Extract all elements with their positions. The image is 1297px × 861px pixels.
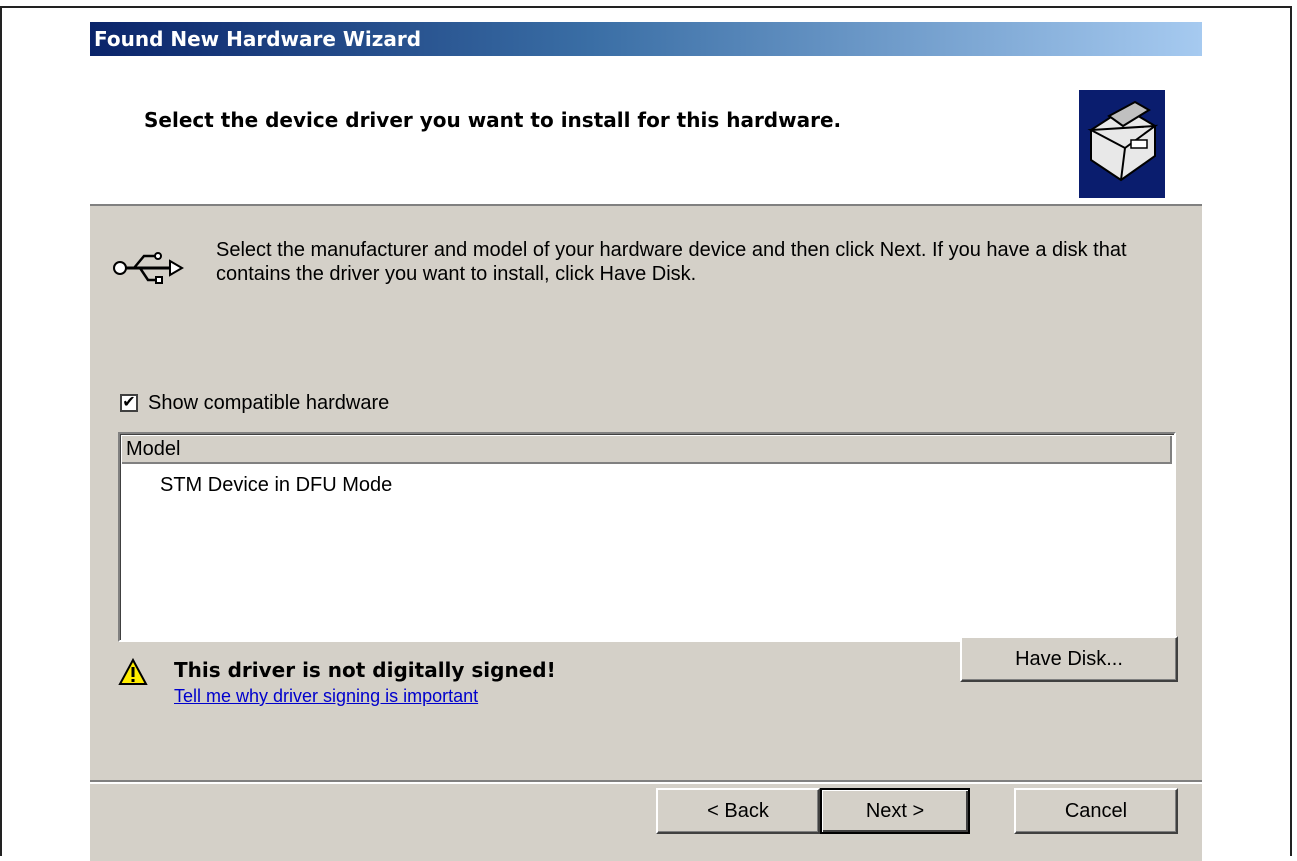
show-compatible-checkbox[interactable]: ✔ <box>120 394 138 412</box>
hardware-box-icon <box>1079 90 1165 198</box>
show-compatible-option[interactable]: ✔ Show compatible hardware <box>120 390 389 416</box>
wizard-body: Select the manufacturer and model of you… <box>90 208 1202 778</box>
button-separator <box>90 780 1202 784</box>
driver-signing-link[interactable]: Tell me why driver signing is important <box>174 686 478 707</box>
model-list[interactable]: Model STM Device in DFU Mode <box>118 432 1176 642</box>
intro-text: Select the manufacturer and model of you… <box>216 239 1127 285</box>
title-bar[interactable]: Found New Hardware Wizard <box>90 22 1202 56</box>
window-title: Found New Hardware Wizard <box>94 27 422 51</box>
next-button[interactable]: Next > <box>820 788 970 834</box>
wizard-header: Select the device driver you want to ins… <box>90 56 1202 206</box>
list-item[interactable]: STM Device in DFU Mode <box>160 474 392 497</box>
warning-icon <box>118 657 148 691</box>
usb-icon <box>112 248 184 293</box>
have-disk-button[interactable]: Have Disk... <box>960 636 1178 682</box>
back-button[interactable]: < Back <box>656 788 820 834</box>
column-header-model[interactable]: Model <box>122 436 1172 464</box>
show-compatible-label[interactable]: Show compatible hardware <box>148 392 389 415</box>
page-title: Select the device driver you want to ins… <box>144 108 842 132</box>
unsigned-driver-warning: This driver is not digitally signed! <box>174 658 556 682</box>
wizard-dialog: Found New Hardware Wizard Select the dev… <box>90 22 1202 861</box>
cancel-button[interactable]: Cancel <box>1014 788 1178 834</box>
